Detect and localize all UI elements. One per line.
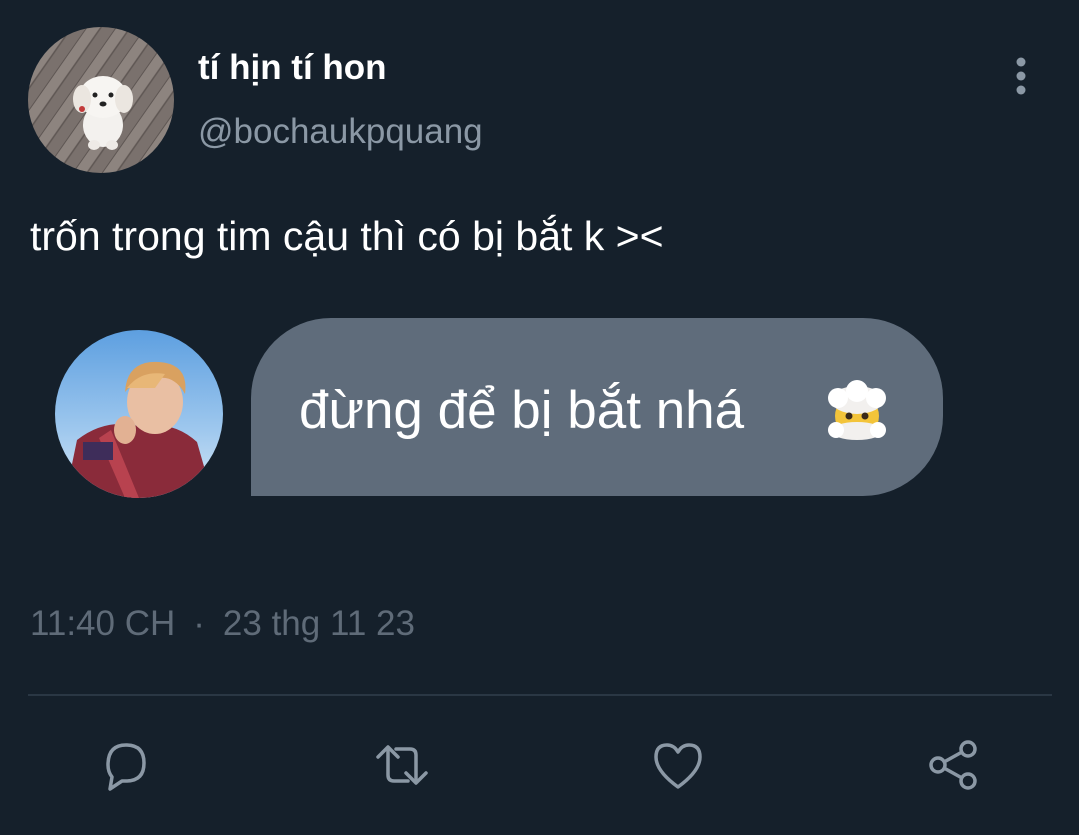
- dog-photo-avatar: [28, 27, 174, 173]
- reply-button[interactable]: [96, 735, 156, 795]
- retweet-button[interactable]: [372, 735, 432, 795]
- person-photo-avatar: [55, 330, 223, 498]
- tweet-date: 23 thg 11 23: [222, 604, 415, 643]
- heart-icon: [654, 743, 702, 789]
- author-avatar[interactable]: [28, 27, 174, 173]
- share-icon: [929, 740, 977, 790]
- chat-bubble-text: đừng để bị bắt nhá: [299, 381, 745, 440]
- author-handle[interactable]: @bochaukpquang: [198, 112, 483, 152]
- like-button[interactable]: [648, 735, 708, 795]
- tweet-text: trốn trong tim cậu thì có bị bắt k ><: [30, 213, 664, 259]
- exploding-head-emoji-icon: [828, 380, 886, 440]
- chat-bubble: đừng để bị bắt nhá: [251, 318, 943, 496]
- retweet-icon: [376, 745, 428, 785]
- divider: [28, 694, 1052, 696]
- tweet-timestamp[interactable]: 11:40 CH · 23 thg 11 23: [30, 604, 415, 644]
- vertical-ellipsis-icon: [1016, 57, 1026, 95]
- more-options-button[interactable]: [1004, 55, 1038, 97]
- speech-bubble-icon: [106, 743, 146, 791]
- author-display-name[interactable]: tí hịn tí hon: [198, 48, 387, 88]
- reply-avatar: [55, 330, 223, 498]
- timestamp-separator: ·: [193, 604, 205, 643]
- tweet-time: 11:40 CH: [30, 604, 176, 643]
- share-button[interactable]: [924, 735, 984, 795]
